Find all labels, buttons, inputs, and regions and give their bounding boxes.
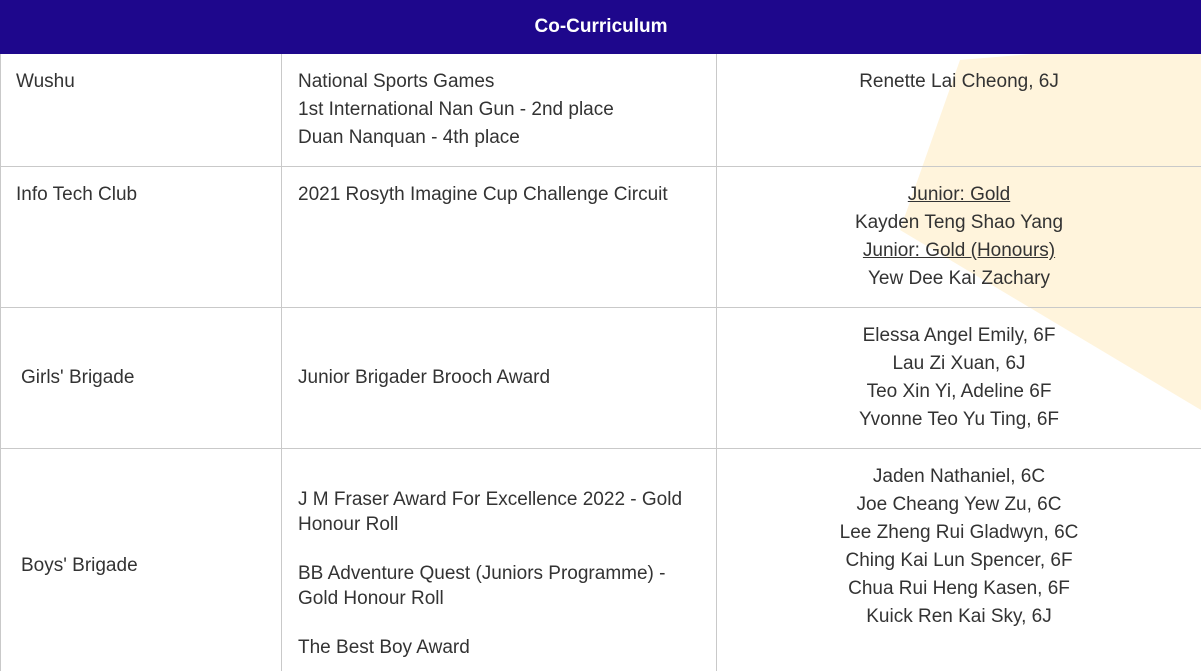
category-cell: Girls' Brigade (0, 307, 282, 449)
student-name: Yvonne Teo Yu Ting, 6F (859, 409, 1060, 430)
names-cell: Elessa Angel Emily, 6F Lau Zi Xuan, 6J T… (715, 307, 1201, 449)
student-name: Ching Kai Lun Spencer, 6F (845, 550, 1073, 571)
student-name: Kuick Ren Kai Sky, 6J (866, 606, 1052, 627)
student-name: Lau Zi Xuan, 6J (892, 353, 1026, 374)
student-name: Yew Dee Kai Zachary (868, 268, 1051, 289)
event-line: Junior Brigader Brooch Award (298, 367, 551, 388)
student-name: Chua Rui Heng Kasen, 6F (848, 578, 1070, 599)
names-cell: Renette Lai Cheong, 6J (715, 53, 1201, 167)
event-line: Duan Nanquan - 4th place (298, 127, 520, 148)
event-cell: Junior Brigader Brooch Award (281, 307, 717, 449)
category-cell: Boys' Brigade (0, 448, 282, 671)
student-name: Joe Cheang Yew Zu, 6C (856, 494, 1062, 515)
table-row: Wushu National Sports Games 1st Internat… (0, 53, 1201, 167)
event-cell: J M Fraser Award For Excellence 2022 - G… (281, 448, 717, 671)
event-cell: 2021 Rosyth Imagine Cup Challenge Circui… (281, 166, 717, 308)
student-name: Jaden Nathaniel, 6C (872, 466, 1046, 487)
table-row: Boys' Brigade J M Fraser Award For Excel… (0, 448, 1201, 671)
award-heading: Junior: Gold (Honours) (862, 240, 1056, 261)
category-cell: Wushu (0, 53, 282, 167)
event-line: The Best Boy Award (298, 637, 470, 658)
names-cell: Junior: Gold Kayden Teng Shao Yang Junio… (715, 166, 1201, 308)
student-name: Lee Zheng Rui Gladwyn, 6C (839, 522, 1079, 543)
co-curriculum-table: Co-Curriculum Wushu National Sports Game… (0, 0, 1201, 671)
event-line: BB Adventure Quest (Juniors Programme) -… (298, 563, 666, 609)
table-row: Info Tech Club 2021 Rosyth Imagine Cup C… (0, 166, 1201, 308)
category-cell: Info Tech Club (0, 166, 282, 308)
event-line: 1st International Nan Gun - 2nd place (298, 99, 614, 120)
event-line: 2021 Rosyth Imagine Cup Challenge Circui… (298, 184, 668, 205)
names-cell: Jaden Nathaniel, 6C Joe Cheang Yew Zu, 6… (715, 448, 1201, 671)
student-name: Teo Xin Yi, Adeline 6F (866, 381, 1052, 402)
event-cell: National Sports Games 1st International … (281, 53, 717, 167)
table-title: Co-Curriculum (0, 0, 1201, 54)
event-line: J M Fraser Award For Excellence 2022 - G… (298, 489, 683, 535)
student-name: Renette Lai Cheong, 6J (859, 71, 1059, 92)
student-name: Elessa Angel Emily, 6F (862, 325, 1056, 346)
award-heading: Junior: Gold (907, 184, 1011, 205)
table-row: Girls' Brigade Junior Brigader Brooch Aw… (0, 307, 1201, 449)
student-name: Kayden Teng Shao Yang (854, 212, 1064, 233)
event-line: National Sports Games (298, 71, 495, 92)
